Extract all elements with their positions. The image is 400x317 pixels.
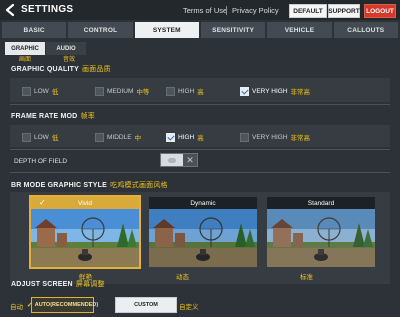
checkbox-checked[interactable] [166,132,175,142]
adjust-screen-title: ADJUST SCREEN 屏幕调整 [11,281,105,288]
tab-control[interactable]: CONTROL [68,22,133,38]
checkbox[interactable] [95,132,104,142]
checkmark-icon: ✓ [39,198,46,207]
divider [10,149,390,150]
frame-rate-high[interactable]: HIGH 高 [166,132,204,142]
adjust-auto-cn: 自动 [10,304,23,311]
toggle-on-segment[interactable] [161,154,183,166]
support-button[interactable]: SUPPORT [328,4,360,18]
style-card-dynamic[interactable]: Dynamic [149,197,257,267]
standard-preview-image [267,209,375,267]
depth-of-field-toggle[interactable]: ✕ [160,153,198,167]
br-mode-style-title: BR MODE GRAPHIC STYLE 吃鸡模式画面风格 [11,182,168,189]
frame-rate-title: FRAME RATE MOD 帧率 [11,113,96,120]
checkbox-checked[interactable] [240,86,249,96]
dynamic-preview-image [149,209,257,267]
checkbox[interactable] [22,86,31,96]
graphic-quality-high[interactable]: HIGH 高 [166,86,204,96]
style-standard-cn: 标准 [300,274,313,281]
page-title: SETTINGS [21,4,74,15]
graphic-quality-very-high[interactable]: VERY HIGH 非常高 [240,86,310,96]
privacy-policy-link[interactable]: Privacy Policy [232,6,279,15]
divider [10,104,390,105]
tab-system[interactable]: SYSTEM [134,22,199,38]
checkbox[interactable] [166,86,175,96]
adjust-custom-cn: 自定义 [179,304,199,311]
divider [10,172,390,173]
style-card-caption: Dynamic [149,197,257,209]
tab-basic[interactable]: BASIC [2,22,67,38]
logout-button[interactable]: LOGOUT [364,4,396,18]
terms-of-use-link[interactable]: Terms of Use [183,6,227,15]
style-card-standard[interactable]: Standard [267,197,375,267]
close-icon[interactable]: ✕ [183,154,197,166]
style-card-caption: Standard [267,197,375,209]
checkbox[interactable] [240,132,249,142]
checkbox[interactable] [95,86,104,96]
graphic-quality-title: GRAPHIC QUALITY 画面品质 [11,66,111,73]
style-card-caption: ✓ Vivid [31,197,139,209]
custom-button[interactable]: CUSTOM [115,297,177,313]
graphic-quality-medium[interactable]: MEDIUM 中等 [95,86,149,96]
frame-rate-very-high[interactable]: VERY HIGH 非常高 [240,132,310,142]
back-arrow-icon[interactable] [4,3,20,17]
style-card-vivid[interactable]: ✓ Vivid [29,195,141,269]
subtab-graphic-cn: 画面 [19,57,32,63]
tab-sensitivity[interactable]: SENSITIVITY [200,22,266,38]
depth-of-field-label: DEPTH OF FIELD [14,158,68,165]
tab-vehicle[interactable]: VEHICLE [267,22,332,38]
vivid-preview-image [31,209,139,267]
link-divider [226,6,227,15]
frame-rate-middle[interactable]: MIDDLE 中 [95,132,141,142]
tab-callouts[interactable]: CALLOUTS [333,22,398,38]
subtab-audio-cn: 音效 [63,57,76,63]
graphic-quality-low[interactable]: LOW 低 [22,86,58,96]
checkmark-icon: ✓ [26,302,33,309]
frame-rate-low[interactable]: LOW 低 [22,132,58,142]
style-dynamic-cn: 动态 [176,274,189,281]
default-button[interactable]: DEFAULT [289,4,327,18]
auto-recommended-button[interactable]: ✓ AUTO(RECOMMENDED) [27,297,98,313]
checkbox[interactable] [22,132,31,142]
main-tabs: BASIC CONTROL SYSTEM SENSITIVITY VEHICLE… [2,22,398,38]
